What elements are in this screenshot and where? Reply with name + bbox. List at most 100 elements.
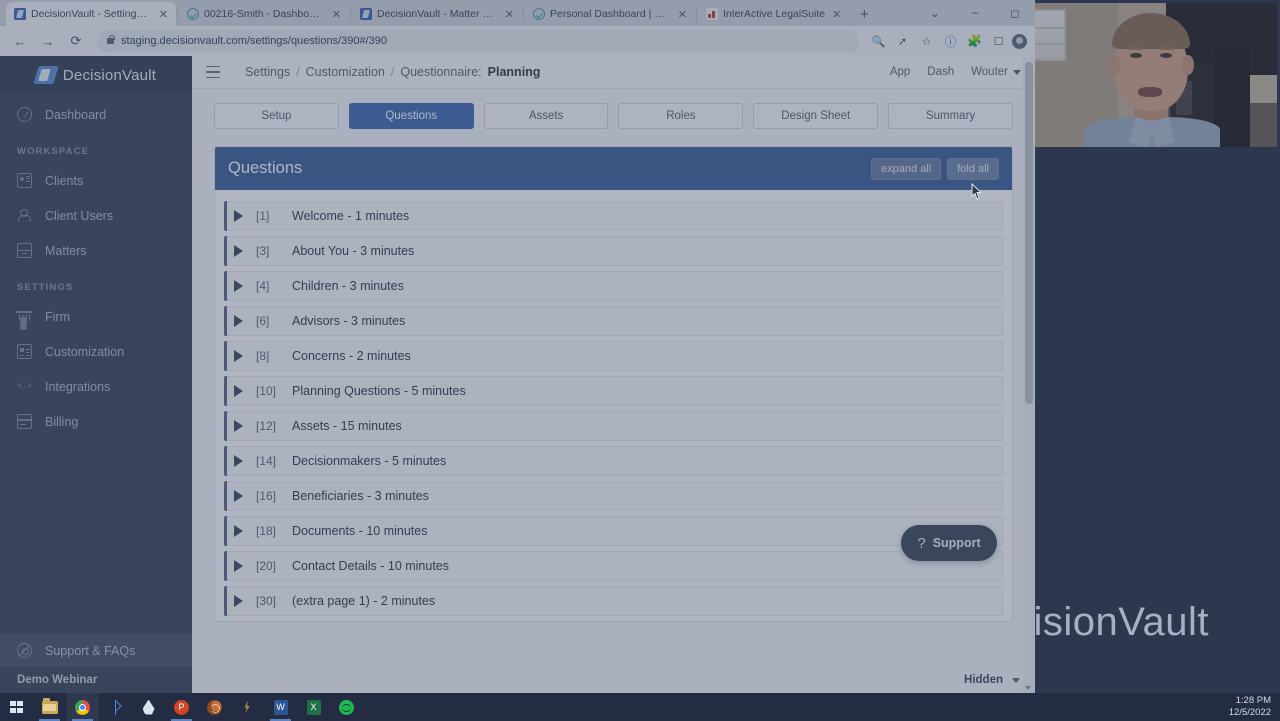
list-item[interactable]: [20] Contact Details - 10 minutes bbox=[224, 551, 1003, 581]
vertical-scrollbar[interactable] bbox=[1023, 56, 1034, 693]
breadcrumb-item-settings[interactable]: Settings bbox=[245, 65, 290, 79]
minimize-icon[interactable]: – bbox=[955, 0, 995, 26]
zoom-icon[interactable]: 🔍 bbox=[868, 31, 889, 52]
powerpoint-icon[interactable]: P bbox=[165, 693, 198, 721]
browser-tabstrip: DecisionVault - Settings - Questi ✕ 0021… bbox=[0, 0, 1035, 26]
expand-triangle-icon[interactable] bbox=[234, 560, 256, 572]
sidebar-item-billing[interactable]: Billing bbox=[0, 404, 192, 439]
expand-triangle-icon[interactable] bbox=[234, 385, 256, 397]
flash-app-icon[interactable] bbox=[231, 693, 264, 721]
list-item[interactable]: [10] Planning Questions - 5 minutes bbox=[224, 376, 1003, 406]
swirl-app-icon[interactable] bbox=[198, 693, 231, 721]
close-icon[interactable]: ✕ bbox=[830, 8, 843, 21]
sidebar-item-clients[interactable]: Clients bbox=[0, 163, 192, 198]
info-badge-icon[interactable]: ⓘ bbox=[940, 31, 961, 52]
header-link-app[interactable]: App bbox=[890, 66, 910, 78]
forward-arrow-icon[interactable]: → bbox=[36, 29, 60, 53]
reload-icon[interactable]: ⟳ bbox=[64, 29, 88, 53]
brand-logo-area[interactable]: DecisionVault bbox=[0, 56, 192, 94]
breadcrumb-item-customization[interactable]: Customization bbox=[306, 65, 385, 79]
chevron-down-icon[interactable] bbox=[1012, 678, 1020, 683]
expand-triangle-icon[interactable] bbox=[234, 420, 256, 432]
scrollbar-thumb[interactable] bbox=[1024, 62, 1033, 404]
close-icon[interactable]: ✕ bbox=[503, 8, 516, 21]
address-bar[interactable]: staging.decisionvault.com/settings/quest… bbox=[97, 30, 859, 52]
browser-tab-2[interactable]: 00216-Smith - Dashboard | Clio ✕ bbox=[179, 2, 349, 26]
sidepanel-icon[interactable]: ☐ bbox=[988, 31, 1009, 52]
list-item[interactable]: [30] (extra page 1) - 2 minutes bbox=[224, 586, 1003, 616]
expand-triangle-icon[interactable] bbox=[234, 315, 256, 327]
breadcrumb-separator: / bbox=[296, 65, 300, 79]
list-item[interactable]: [18] Documents - 10 minutes bbox=[224, 516, 1003, 546]
sidebar-item-client-users[interactable]: Client Users bbox=[0, 198, 192, 233]
expand-triangle-icon[interactable] bbox=[234, 490, 256, 502]
sidebar-item-label: Customization bbox=[45, 344, 125, 359]
expand-triangle-icon[interactable] bbox=[234, 350, 256, 362]
windows-start-icon[interactable] bbox=[0, 693, 33, 721]
browser-tab-5[interactable]: InterActive LegalSuite ✕ bbox=[698, 2, 849, 26]
browser-tab-1[interactable]: DecisionVault - Settings - Questi ✕ bbox=[6, 2, 176, 26]
tab-roles[interactable]: Roles bbox=[618, 103, 744, 129]
excel-icon[interactable]: X bbox=[297, 693, 330, 721]
list-item[interactable]: [6] Advisors - 3 minutes bbox=[224, 306, 1003, 336]
browser-tab-4[interactable]: Personal Dashboard | Clio ✕ bbox=[525, 2, 695, 26]
maximize-icon[interactable]: ◻ bbox=[995, 0, 1035, 26]
list-item[interactable]: [14] Decisionmakers - 5 minutes bbox=[224, 446, 1003, 476]
questions-list: [1] Welcome - 1 minutes [3] About You - … bbox=[215, 190, 1012, 616]
fold-all-button[interactable]: fold all bbox=[947, 157, 999, 180]
list-item-label: Contact Details - 10 minutes bbox=[292, 559, 450, 573]
questionnaire-tabbar: Setup Questions Assets Roles Design Shee… bbox=[192, 89, 1035, 129]
header-link-dash[interactable]: Dash bbox=[927, 66, 954, 78]
spotify-icon[interactable] bbox=[330, 693, 363, 721]
bookmark-star-icon[interactable]: ☆ bbox=[916, 31, 937, 52]
sidebar-item-firm[interactable]: Firm bbox=[0, 299, 192, 334]
list-item[interactable]: [8] Concerns - 2 minutes bbox=[224, 341, 1003, 371]
list-item-number: [1] bbox=[256, 209, 270, 223]
close-icon[interactable]: ✕ bbox=[157, 8, 170, 21]
sidebar-item-demo-webinar[interactable]: Demo Webinar bbox=[0, 667, 192, 693]
back-arrow-icon[interactable]: ← bbox=[8, 29, 32, 53]
user-menu[interactable]: Wouter bbox=[971, 66, 1021, 78]
share-icon[interactable]: ➚ bbox=[892, 31, 913, 52]
extensions-puzzle-icon[interactable]: 🧩 bbox=[964, 31, 985, 52]
support-widget-button[interactable]: ? Support bbox=[901, 525, 997, 561]
tab-search-chevron-down-icon[interactable]: ⌄ bbox=[915, 0, 955, 26]
new-tab-button[interactable]: + bbox=[853, 3, 875, 25]
expand-triangle-icon[interactable] bbox=[234, 280, 256, 292]
chrome-icon[interactable] bbox=[66, 693, 99, 721]
expand-triangle-icon[interactable] bbox=[234, 595, 256, 607]
close-icon[interactable]: ✕ bbox=[330, 8, 343, 21]
close-icon[interactable]: ✕ bbox=[676, 8, 689, 21]
list-item[interactable]: [3] About You - 3 minutes bbox=[224, 236, 1003, 266]
tab-questions[interactable]: Questions bbox=[348, 103, 474, 129]
breadcrumb-label-questionnaire: Questionnaire: bbox=[400, 65, 482, 79]
expand-triangle-icon[interactable] bbox=[234, 245, 256, 257]
sidebar-item-support-faqs[interactable]: Support & FAQs bbox=[0, 634, 192, 667]
tab-setup[interactable]: Setup bbox=[214, 103, 339, 129]
sidebar-item-customization[interactable]: Customization bbox=[0, 334, 192, 369]
expand-all-button[interactable]: expand all bbox=[871, 157, 942, 180]
list-item[interactable]: [4] Children - 3 minutes bbox=[224, 271, 1003, 301]
list-item[interactable]: [1] Welcome - 1 minutes bbox=[224, 201, 1003, 231]
browser-tab-3[interactable]: DecisionVault - Matter Detail ✕ bbox=[352, 2, 522, 26]
word-icon[interactable]: W bbox=[264, 693, 297, 721]
expand-triangle-icon[interactable] bbox=[234, 525, 256, 537]
profile-avatar-icon[interactable] bbox=[1012, 33, 1027, 49]
bluetooth-icon[interactable] bbox=[99, 693, 132, 721]
tab-assets[interactable]: Assets bbox=[483, 103, 609, 129]
tab-summary[interactable]: Summary bbox=[888, 103, 1013, 129]
list-item[interactable]: [12] Assets - 15 minutes bbox=[224, 411, 1003, 441]
sidebar-item-dashboard[interactable]: Dashboard bbox=[0, 97, 192, 132]
file-explorer-icon[interactable] bbox=[33, 693, 66, 721]
hamburger-icon[interactable] bbox=[206, 65, 222, 79]
sidebar-item-integrations[interactable]: <·> Integrations bbox=[0, 369, 192, 404]
water-drop-icon[interactable] bbox=[132, 693, 165, 721]
scroll-down-arrow-icon[interactable] bbox=[1025, 686, 1031, 690]
tab-design-sheet[interactable]: Design Sheet bbox=[753, 103, 879, 129]
expand-triangle-icon[interactable] bbox=[234, 455, 256, 467]
list-item[interactable]: [16] Beneficiaries - 3 minutes bbox=[224, 481, 1003, 511]
taskbar-clock[interactable]: 1:28 PM 12/5/2022 bbox=[1229, 695, 1280, 719]
sidebar-item-matters[interactable]: Matters bbox=[0, 233, 192, 268]
list-item-label: (extra page 1) - 2 minutes bbox=[292, 594, 436, 608]
expand-triangle-icon[interactable] bbox=[234, 210, 256, 222]
